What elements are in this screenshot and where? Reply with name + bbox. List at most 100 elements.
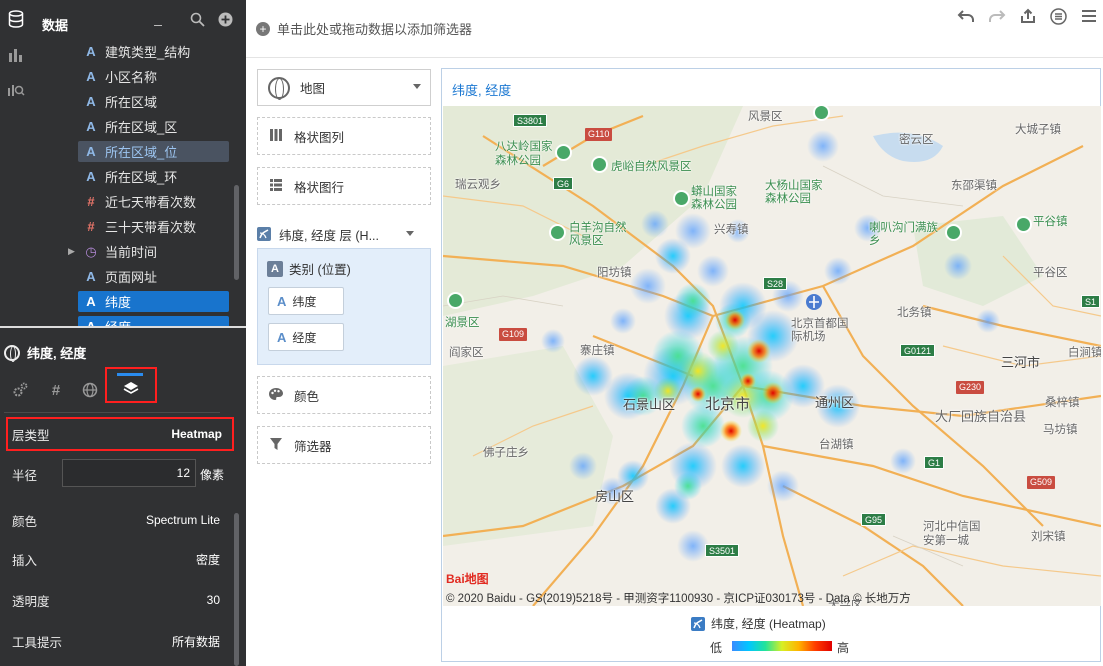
latitude-pill[interactable]: A 纬度 xyxy=(268,287,344,315)
field-label: 建筑类型_结构 xyxy=(105,45,191,60)
expand-arrow-icon[interactable]: ▶ xyxy=(68,246,75,257)
menu-icon[interactable] xyxy=(1079,6,1099,26)
text-type-icon: A xyxy=(267,260,283,277)
active-tab-indicator xyxy=(117,373,143,376)
properties-title: 纬度, 经度 xyxy=(4,343,86,362)
map-place-label: 阎家区 xyxy=(449,347,484,359)
undo-icon[interactable] xyxy=(956,6,976,26)
pill-label: 纬度 xyxy=(292,294,317,309)
layer-type-value[interactable]: Heatmap xyxy=(171,427,222,441)
layers-tab[interactable] xyxy=(105,367,157,403)
text-type-icon: A xyxy=(86,144,96,159)
interpolation-label: 插入 xyxy=(12,553,38,568)
radius-value: 12 xyxy=(176,466,190,480)
fields-list: A 建筑类型_结构 A 小区名称 A 所在区域 A 所在区域_区 A 所在区域_位 A 所在… xyxy=(32,40,238,326)
heatmap-layer-icon xyxy=(257,227,271,241)
chart-type-label: 地图 xyxy=(300,82,326,96)
longitude-pill[interactable]: A 经度 xyxy=(268,323,344,351)
settings-gears-icon[interactable] xyxy=(7,377,33,403)
radius-row: 半径 xyxy=(12,464,62,484)
interpolation-value[interactable]: 密度 xyxy=(196,551,220,568)
tooltip-row[interactable]: 工具提示 所有数据 xyxy=(12,631,220,651)
text-type-icon: A xyxy=(84,319,98,326)
map-place-label: 东邵渠镇 xyxy=(951,180,997,192)
color-row[interactable]: 颜色 Spectrum Lite xyxy=(12,510,220,530)
list-item[interactable]: # 三十天带看次数 xyxy=(78,216,229,237)
text-type-icon: A xyxy=(86,169,96,184)
map-place-label: 桑梓镇 xyxy=(1045,397,1080,409)
add-icon[interactable] xyxy=(216,10,234,28)
properties-scrollbar[interactable] xyxy=(234,513,239,666)
heatmap-map[interactable]: 风景区 密云区 大城子镇 八达岭国家森林公园 虎峪自然风景区 东邵渠镇 瑞云观乡… xyxy=(443,106,1101,606)
map-place-label: 喇叭沟门满族乡 xyxy=(869,222,938,247)
park-icon xyxy=(555,144,572,161)
list-item[interactable]: A 页面网址 xyxy=(78,266,229,287)
add-filter-button[interactable]: + 单击此处或拖动数据以添加筛选器 xyxy=(256,19,472,38)
columns-icon xyxy=(268,128,284,145)
map-place-label: 北京首都国际机场 xyxy=(791,318,849,343)
map-place-label: 刘宋镇 xyxy=(1031,531,1066,543)
category-label: 类别 (位置) xyxy=(289,263,351,277)
redo-icon[interactable] xyxy=(987,6,1007,26)
field-label: 三十天带看次数 xyxy=(105,220,197,235)
layer-header[interactable]: 纬度, 经度 层 (H... xyxy=(257,224,431,244)
chart-type-select[interactable]: 地图 xyxy=(257,69,431,106)
list-item-active[interactable]: A 经度 xyxy=(78,316,229,326)
interpolation-row[interactable]: 插入 密度 xyxy=(12,549,220,569)
layer-type-row[interactable]: 层类型 Heatmap xyxy=(6,417,234,451)
map-place-label: 台湖镇 xyxy=(819,439,854,451)
road-shield: G95 xyxy=(861,513,887,526)
baidu-logo: Bai地图 xyxy=(446,570,489,587)
filter-shelf[interactable]: 筛选器 xyxy=(257,426,431,464)
hash-icon[interactable]: # xyxy=(43,377,69,403)
list-icon[interactable] xyxy=(1048,6,1068,26)
tooltip-value[interactable]: 所有数据 xyxy=(172,633,220,650)
chevron-down-icon xyxy=(406,231,414,236)
list-item[interactable]: A 所在区域_区 xyxy=(78,116,229,137)
road-shield: G1 xyxy=(924,456,945,469)
color-shelf[interactable]: 颜色 xyxy=(257,376,431,414)
field-label: 当前时间 xyxy=(105,245,158,260)
radius-unit: 像素 xyxy=(200,468,224,482)
opacity-row[interactable]: 透明度 30 xyxy=(12,590,220,610)
list-item-selected[interactable]: A 所在区域_位 xyxy=(78,141,229,162)
search-icon[interactable] xyxy=(188,10,206,28)
list-item[interactable]: A 小区名称 xyxy=(78,66,229,87)
rows-shelf[interactable]: 格状图行 xyxy=(257,167,431,205)
columns-shelf[interactable]: 格状图列 xyxy=(257,117,431,155)
share-icon[interactable] xyxy=(1018,6,1038,26)
layer-drop-area[interactable]: A 类别 (位置) A 纬度 A 经度 xyxy=(257,248,431,365)
database-icon[interactable] xyxy=(5,8,27,30)
collapse-dash[interactable] xyxy=(154,12,162,26)
list-item[interactable]: A 所在区域 xyxy=(78,91,229,112)
bar-chart-icon[interactable] xyxy=(5,44,27,66)
list-item[interactable]: A 所在区域_环 xyxy=(78,166,229,187)
field-label: 小区名称 xyxy=(105,70,158,85)
color-value[interactable]: Spectrum Lite xyxy=(146,513,220,527)
map-title: 纬度, 经度 xyxy=(452,83,512,98)
road-shield: G230 xyxy=(956,381,985,394)
radius-input[interactable]: 12 xyxy=(62,459,196,487)
map-place-label: 通州区 xyxy=(815,395,855,410)
tooltip-label: 工具提示 xyxy=(12,635,63,650)
park-icon xyxy=(591,156,608,173)
list-item[interactable]: ◷ 当前时间 xyxy=(78,241,229,262)
map-place-label: 虎峪自然风景区 xyxy=(611,161,692,173)
text-type-icon: A xyxy=(86,69,96,84)
list-item[interactable]: # 近七天带看次数 xyxy=(78,191,229,212)
plus-icon: + xyxy=(256,21,270,36)
analytics-icon[interactable] xyxy=(5,78,27,100)
map-place-label: 瑞云观乡 xyxy=(455,179,501,191)
list-item[interactable]: A 建筑类型_结构 xyxy=(78,41,229,62)
text-type-icon: A xyxy=(86,94,96,109)
left-rail xyxy=(0,0,32,326)
globe-tab-icon[interactable] xyxy=(77,377,103,403)
list-item-active[interactable]: A 纬度 xyxy=(78,291,229,312)
legend-title-text: 纬度, 经度 (Heatmap) xyxy=(711,617,826,631)
palette-icon xyxy=(268,387,284,404)
text-type-icon: A xyxy=(86,44,96,59)
opacity-value[interactable]: 30 xyxy=(207,593,220,607)
globe-icon xyxy=(268,76,290,100)
legend-title: 纬度, 经度 (Heatmap) xyxy=(691,615,826,632)
fields-scrollbar[interactable] xyxy=(234,185,239,280)
